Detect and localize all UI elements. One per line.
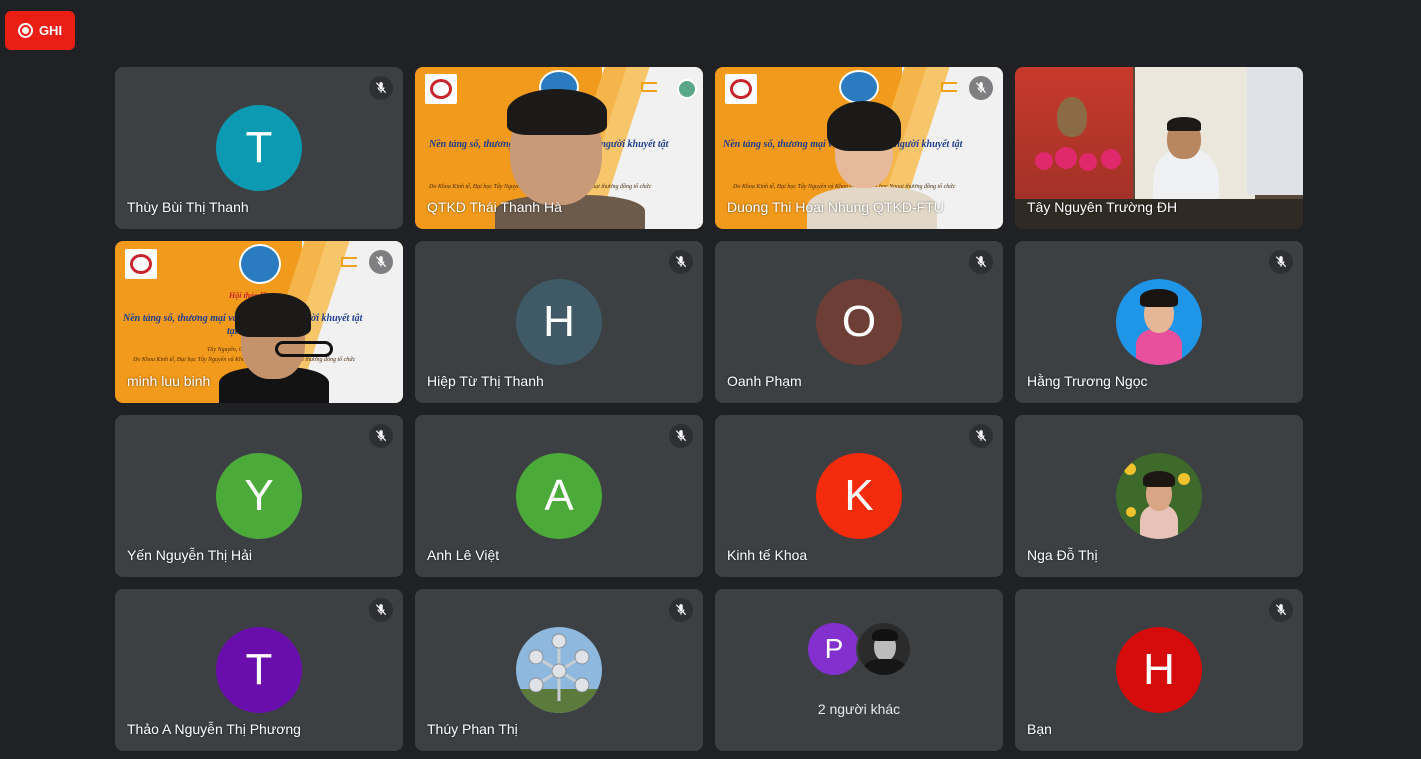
- avatar: P: [806, 621, 862, 677]
- aus-logo: [941, 82, 957, 92]
- participant-tile[interactable]: K Kinh tế Khoa: [715, 415, 1003, 577]
- participant-tile[interactable]: Hội thảo lần Nền tảng số, thương mại và …: [115, 241, 403, 403]
- participant-name: Anh Lê Việt: [427, 547, 500, 563]
- avatar: H: [1116, 627, 1202, 713]
- university-logo: [839, 70, 879, 104]
- participant-name: Yến Nguyễn Thị Hải: [127, 547, 253, 563]
- others-tile[interactable]: P 2 người khác: [715, 589, 1003, 751]
- aus-logo: [341, 257, 357, 267]
- mic-off-icon: [369, 424, 393, 448]
- partner-logo: [677, 79, 697, 99]
- mic-off-icon: [669, 424, 693, 448]
- participant-grid: T Thùy Bùi Thị Thanh Nền tảng số, thương…: [115, 67, 1303, 751]
- mic-off-icon: [969, 250, 993, 274]
- avatar-photo: [516, 627, 602, 713]
- participant-name: Nga Đỗ Thị: [1027, 547, 1098, 563]
- avatar: A: [516, 453, 602, 539]
- participant-tile[interactable]: Nga Đỗ Thị: [1015, 415, 1303, 577]
- participant-tile[interactable]: O Oanh Phạm: [715, 241, 1003, 403]
- participant-name: Kinh tế Khoa: [727, 547, 808, 563]
- avatar-photo: [856, 621, 912, 677]
- participant-name: Bạn: [1027, 721, 1052, 737]
- participant-tile[interactable]: T Thảo A Nguyễn Thị Phương: [115, 589, 403, 751]
- participant-name: Thùy Bùi Thị Thanh: [127, 199, 249, 215]
- mic-off-icon: [369, 598, 393, 622]
- participant-tile[interactable]: Tây Nguyên Trường ĐH: [1015, 67, 1303, 229]
- participant-tile[interactable]: H Hiệp Từ Thị Thanh: [415, 241, 703, 403]
- ftu-logo: [425, 74, 457, 104]
- participant-name: Hiệp Từ Thị Thanh: [427, 373, 544, 389]
- avatar: O: [816, 279, 902, 365]
- participant-tile[interactable]: Nền tảng số, thương mại và việc làm cho …: [715, 67, 1003, 229]
- record-label: GHI: [38, 23, 63, 38]
- mic-off-icon: [669, 598, 693, 622]
- participant-name: Hằng Trương Ngọc: [1027, 373, 1148, 389]
- avatar: K: [816, 453, 902, 539]
- mic-off-icon: [669, 250, 693, 274]
- ftu-logo: [125, 249, 157, 279]
- record-button[interactable]: GHI: [5, 11, 75, 50]
- participant-name: Duong Thi Hoai Nhung QTKD-FTU: [727, 199, 944, 215]
- avatar-photo: [1116, 279, 1202, 365]
- avatar: Y: [216, 453, 302, 539]
- participant-name: Oanh Phạm: [727, 373, 802, 389]
- participant-tile[interactable]: A Anh Lê Việt: [415, 415, 703, 577]
- participant-name: minh luu binh: [127, 373, 211, 389]
- participant-tile[interactable]: Thúy Phan Thị: [415, 589, 703, 751]
- mic-off-icon: [1269, 250, 1293, 274]
- mic-off-icon: [369, 76, 393, 100]
- others-avatars: P: [715, 621, 1003, 677]
- record-icon: [17, 23, 33, 38]
- avatar: T: [216, 627, 302, 713]
- participant-tile[interactable]: T Thùy Bùi Thị Thanh: [115, 67, 403, 229]
- participant-tile-self[interactable]: H Bạn: [1015, 589, 1303, 751]
- ftu-logo: [725, 74, 757, 104]
- mic-off-icon: [969, 424, 993, 448]
- university-logo: [239, 244, 281, 284]
- avatar: T: [216, 105, 302, 191]
- mic-off-icon: [369, 250, 393, 274]
- participant-name: Tây Nguyên Trường ĐH: [1027, 199, 1178, 215]
- participant-tile[interactable]: Y Yến Nguyễn Thị Hải: [115, 415, 403, 577]
- participant-name: QTKD Thái Thanh Hà: [427, 199, 562, 215]
- participant-tile[interactable]: Nền tảng số, thương mại và việc làm cho …: [415, 67, 703, 229]
- others-label: 2 người khác: [817, 701, 901, 717]
- participant-name: Thảo A Nguyễn Thị Phương: [127, 721, 301, 737]
- mic-off-icon: [1269, 598, 1293, 622]
- mic-off-icon: [969, 76, 993, 100]
- participant-name: Thúy Phan Thị: [427, 721, 518, 737]
- aus-logo: [641, 82, 657, 92]
- participant-tile[interactable]: Hằng Trương Ngọc: [1015, 241, 1303, 403]
- avatar-photo: [1116, 453, 1202, 539]
- avatar: H: [516, 279, 602, 365]
- atomium-image: [516, 633, 602, 713]
